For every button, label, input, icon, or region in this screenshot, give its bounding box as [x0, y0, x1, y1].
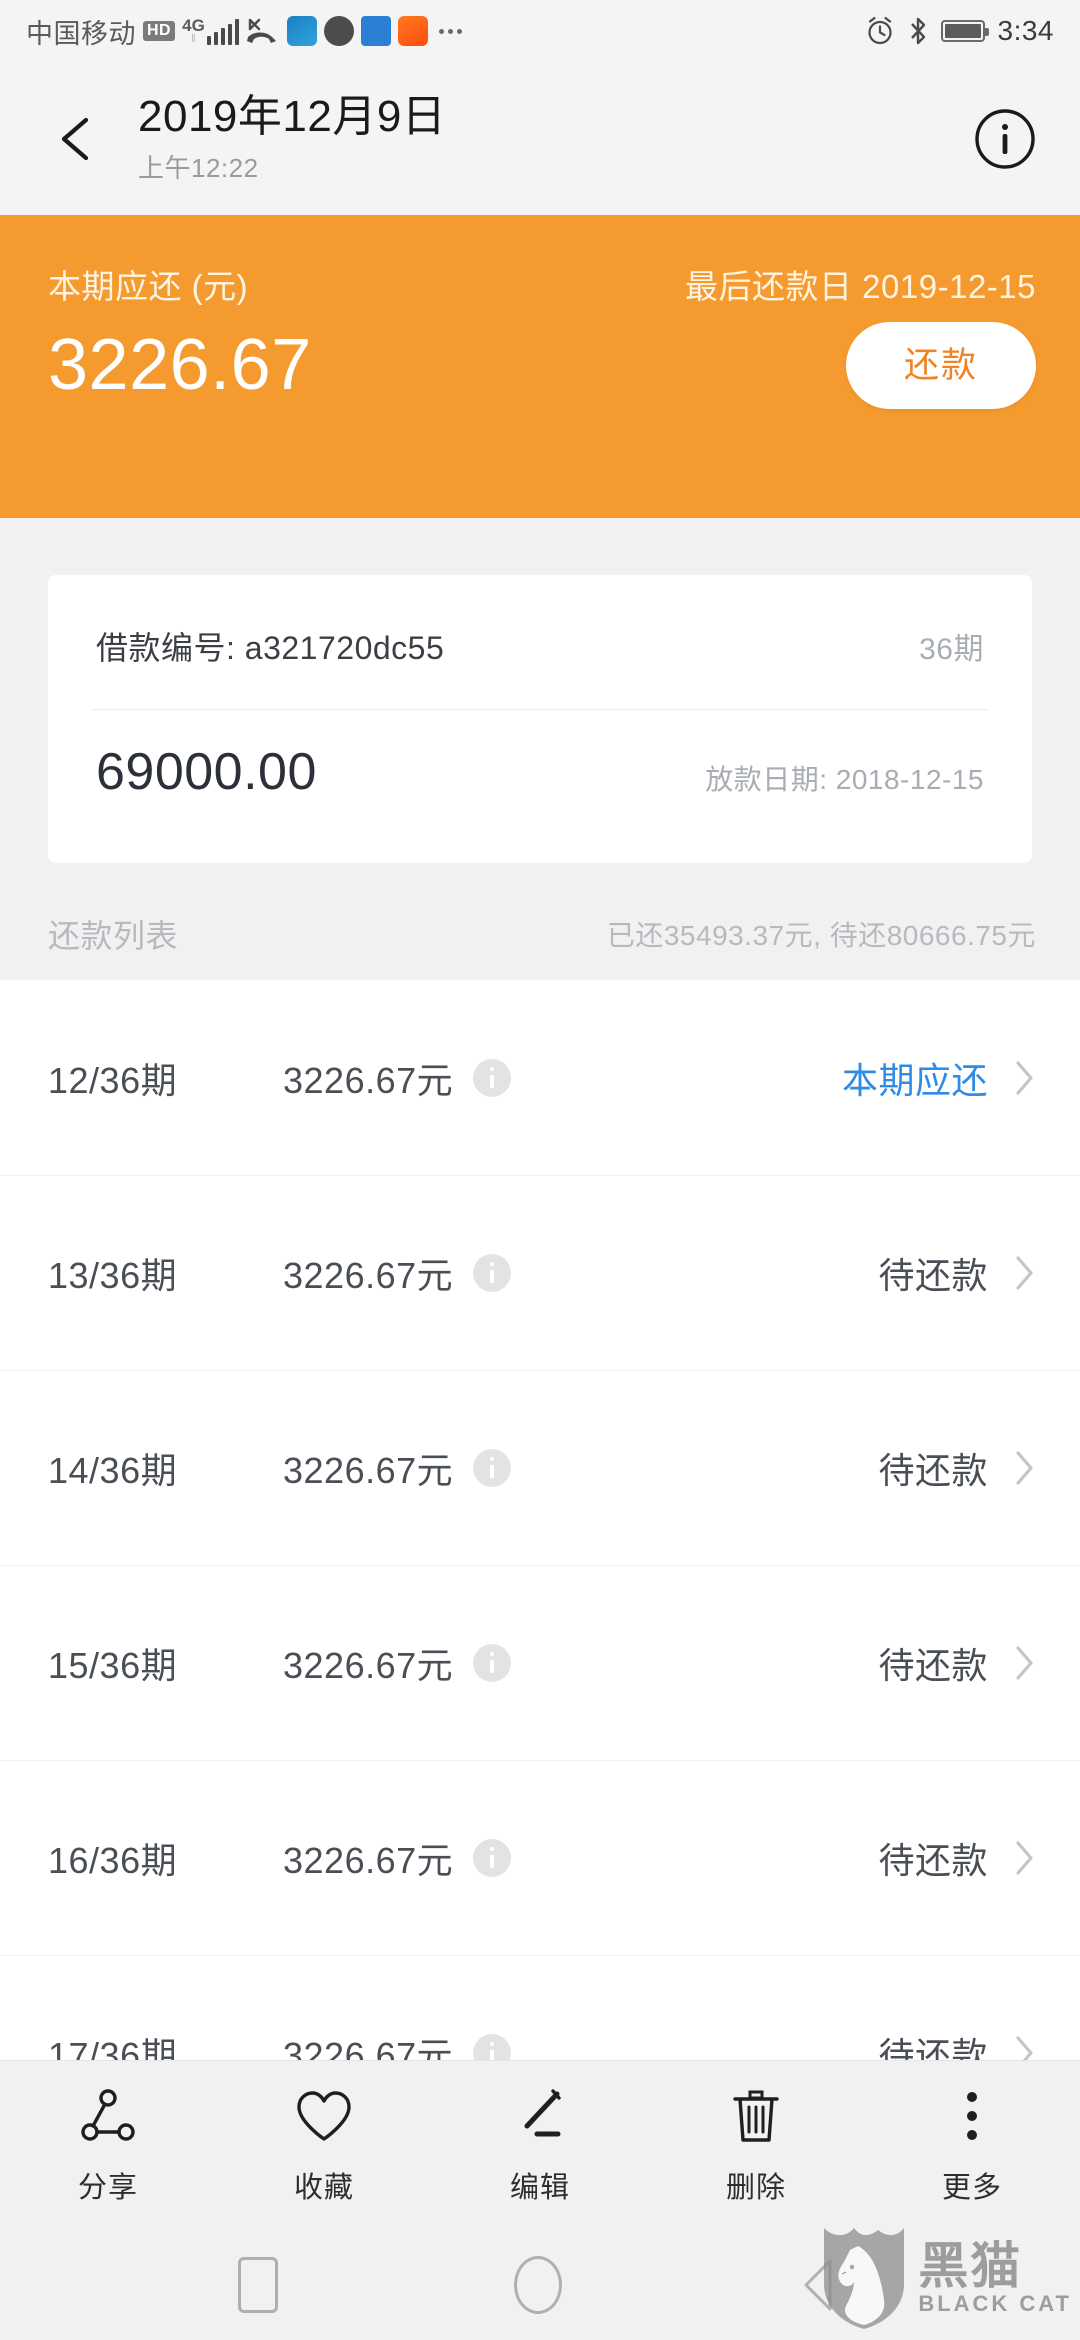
clock-label: 3:34 — [997, 15, 1054, 46]
info-icon[interactable] — [473, 1838, 512, 1877]
due-amount-banner: 本期应还 (元) 最后还款日 2019-12-15 3226.67 还款 — [0, 215, 1080, 518]
repay-button[interactable]: 还款 — [845, 322, 1036, 409]
status-badge: 待还款 — [878, 1644, 988, 1686]
banner-due-date: 最后还款日 2019-12-15 — [685, 268, 1036, 305]
favorite-button[interactable]: 收藏 — [216, 2086, 432, 2206]
more-label: 更多 — [941, 2171, 1002, 2204]
app-header: 2019年12月9日 上午12:22 — [0, 62, 1080, 215]
row-amount-label: 3226.67元 — [283, 1449, 454, 1491]
page-subtitle: 上午12:22 — [138, 153, 259, 184]
loan-card-top-row: 借款编号: a321720dc55 36期 — [48, 575, 1032, 669]
favorite-label: 收藏 — [293, 2171, 354, 2204]
row-term-label: 14/36期 — [48, 1449, 178, 1491]
row-amount-label: 3226.67元 — [283, 1644, 454, 1686]
app-icon-blue — [287, 16, 318, 46]
info-icon[interactable] — [473, 1058, 512, 1097]
share-button[interactable]: 分享 — [0, 2086, 216, 2206]
carrier-label: 中国移动 — [26, 18, 136, 49]
status-badge: 待还款 — [878, 1254, 988, 1296]
status-bar: 中国移动 HD 4G ‖ 3:34 — [0, 0, 1080, 62]
loan-card-bottom-row: 69000.00 放款日期: 2018-12-15 — [48, 710, 1032, 798]
chevron-right-icon[interactable] — [1014, 1839, 1036, 1877]
banner-top-row: 本期应还 (元) 最后还款日 2019-12-15 — [0, 215, 1080, 308]
table-row[interactable]: 16/36期 3226.67元 待还款 — [0, 1760, 1080, 1955]
battery-icon — [940, 20, 989, 42]
back-arrow-icon[interactable] — [44, 106, 110, 172]
repayment-list[interactable]: 12/36期 3226.67元 本期应还 13/36期 3226.67元 待还款… — [0, 980, 1080, 2090]
share-label: 分享 — [77, 2171, 138, 2204]
table-row[interactable]: 12/36期 3226.67元 本期应还 — [0, 980, 1080, 1175]
delete-button[interactable]: 删除 — [648, 2086, 864, 2206]
banner-bottom-row: 3226.67 还款 — [0, 308, 1080, 409]
table-row[interactable]: 15/36期 3226.67元 待还款 — [0, 1565, 1080, 1760]
loan-summary-section: 借款编号: a321720dc55 36期 69000.00 放款日期: 201… — [0, 518, 1080, 980]
pencil-icon — [524, 2088, 561, 2136]
chevron-right-icon[interactable] — [1014, 1644, 1036, 1682]
app-icon-dark — [324, 16, 355, 46]
alarm-icon — [867, 16, 892, 45]
row-term-label: 13/36期 — [48, 1254, 178, 1296]
status-bar-right: 3:34 — [865, 15, 1055, 47]
info-circle-icon[interactable] — [974, 108, 1036, 170]
bluetooth-icon — [910, 17, 925, 45]
row-amount-label: 3226.67元 — [283, 1254, 454, 1296]
bottom-toolbar: 分享 收藏 编辑 删除 更多 — [0, 2060, 1080, 2230]
black-cat-logo-icon — [824, 2228, 905, 2329]
repayment-list-header: 还款列表 已还35493.37元, 待还80666.75元 — [0, 888, 1080, 980]
repayment-list-title: 还款列表 — [48, 918, 179, 954]
heart-icon — [297, 2090, 351, 2141]
info-icon[interactable] — [473, 1448, 512, 1487]
watermark-text: 黑猫 BLACK CAT — [918, 2241, 1072, 2315]
loan-terms-label: 36期 — [919, 633, 984, 666]
signal-bars-icon: 4G ‖ — [182, 16, 240, 45]
loan-card[interactable]: 借款编号: a321720dc55 36期 69000.00 放款日期: 201… — [48, 575, 1032, 863]
row-term-label: 12/36期 — [48, 1059, 178, 1101]
repayment-list-summary: 已还35493.37元, 待还80666.75元 — [606, 920, 1036, 951]
delete-label: 删除 — [725, 2171, 786, 2204]
app-icon-tieba — [361, 16, 392, 46]
more-vertical-icon — [967, 2091, 977, 2140]
chevron-right-icon[interactable] — [1014, 1254, 1036, 1292]
watermark-en-label: BLACK CAT — [918, 2291, 1072, 2316]
info-icon[interactable] — [473, 1643, 512, 1682]
row-term-label: 15/36期 — [48, 1644, 178, 1686]
status-badge: 待还款 — [878, 1839, 988, 1881]
chevron-right-icon[interactable] — [1014, 1449, 1036, 1487]
watermark: 黑猫 BLACK CAT — [820, 2226, 1072, 2330]
more-button[interactable]: 更多 — [864, 2086, 1080, 2206]
phone-screen: 中国移动 HD 4G ‖ 3:34 2019年12月9日 上午12:22 本期应… — [0, 0, 1080, 2340]
banner-label: 本期应还 (元) — [48, 268, 249, 305]
info-icon[interactable] — [473, 1253, 512, 1292]
page-title: 2019年12月9日 — [138, 91, 447, 141]
loan-principal-amount: 69000.00 — [96, 743, 317, 801]
watermark-cn-label: 黑猫 — [918, 2238, 1023, 2294]
edit-label: 编辑 — [509, 2171, 570, 2204]
network-type-label: 4G ‖ — [182, 16, 205, 45]
square-icon[interactable] — [238, 2257, 278, 2313]
signal-strength-bars — [206, 19, 240, 45]
row-amount-label: 3226.67元 — [283, 1839, 454, 1881]
status-badge: 本期应还 — [841, 1059, 988, 1101]
overflow-dots-icon — [439, 28, 463, 34]
status-badge: 待还款 — [878, 1449, 988, 1491]
trash-icon — [733, 2090, 779, 2142]
app-icon-uc — [398, 16, 429, 46]
row-amount-label: 3226.67元 — [283, 1059, 454, 1101]
share-icon — [81, 2088, 135, 2141]
banner-amount: 3226.67 — [48, 325, 312, 406]
table-row[interactable]: 13/36期 3226.67元 待还款 — [0, 1175, 1080, 1370]
loan-number-label: 借款编号: a321720dc55 — [96, 630, 445, 666]
row-term-label: 16/36期 — [48, 1839, 178, 1881]
table-row[interactable]: 14/36期 3226.67元 待还款 — [0, 1370, 1080, 1565]
header-text-block: 2019年12月9日 上午12:22 — [138, 92, 974, 185]
circle-icon[interactable] — [514, 2256, 562, 2314]
status-bar-left: 中国移动 HD 4G ‖ — [26, 12, 865, 51]
missed-call-icon — [247, 18, 277, 43]
hd-icon: HD — [143, 20, 176, 42]
chevron-right-icon[interactable] — [1014, 1059, 1036, 1097]
loan-disburse-date: 放款日期: 2018-12-15 — [705, 764, 984, 795]
edit-button[interactable]: 编辑 — [432, 2086, 648, 2206]
